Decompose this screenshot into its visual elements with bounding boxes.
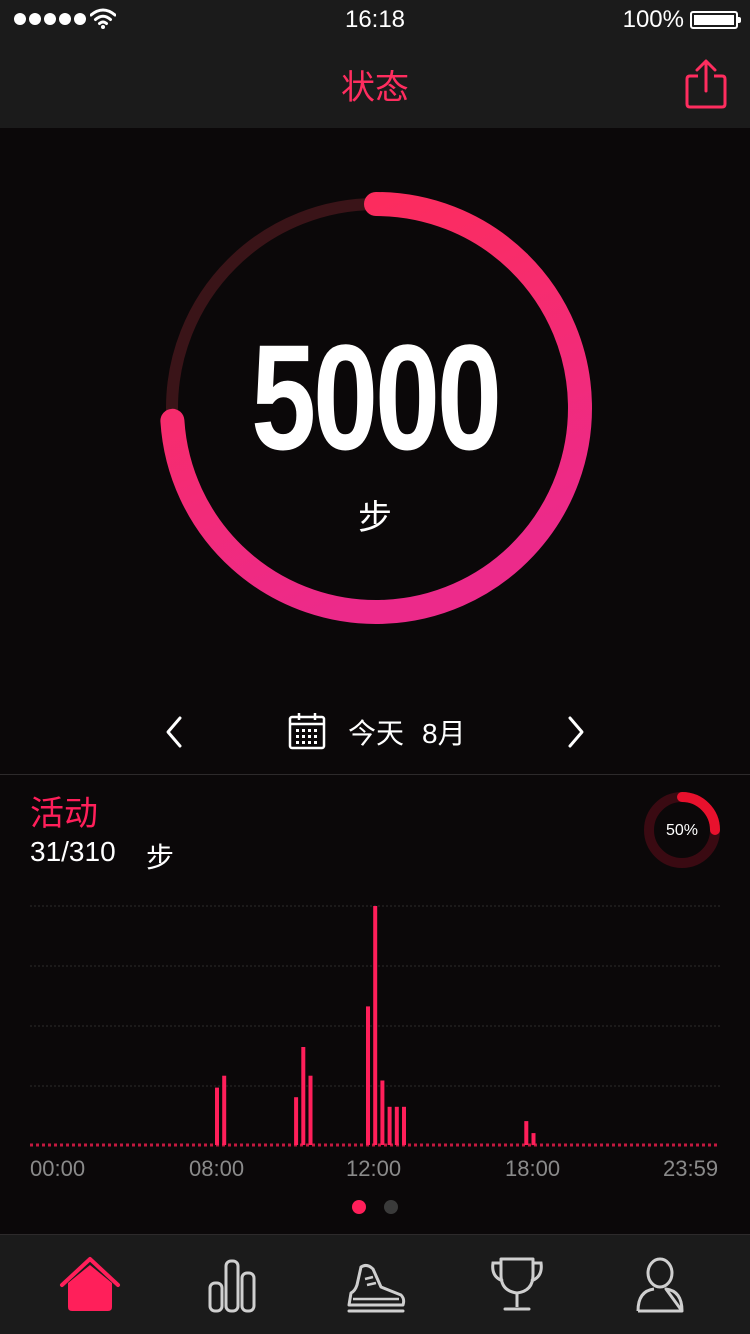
chevron-left-icon[interactable] xyxy=(160,714,190,750)
activity-bar-chart xyxy=(30,905,720,1147)
battery-percentage: 100% xyxy=(622,6,684,33)
activity-bar xyxy=(387,1106,392,1145)
page-dot-active[interactable] xyxy=(352,1200,366,1214)
step-unit: 步 xyxy=(358,499,392,537)
bar-chart-icon xyxy=(208,1259,256,1313)
x-tick-label: 18:00 xyxy=(505,1156,561,1181)
battery-icon xyxy=(690,11,741,29)
tab-workout[interactable] xyxy=(343,1253,407,1317)
activity-bar xyxy=(222,1075,227,1145)
activity-bar xyxy=(294,1097,299,1145)
calendar-icon[interactable] xyxy=(288,712,326,750)
tab-home[interactable] xyxy=(58,1253,122,1317)
navigation-bar: 状态 xyxy=(0,40,750,128)
activity-bar xyxy=(402,1106,406,1145)
page-indicator[interactable] xyxy=(352,1200,398,1214)
activity-unit: 步 xyxy=(146,842,175,873)
activity-bar xyxy=(394,1106,399,1145)
x-tick-label: 00:00 xyxy=(30,1156,86,1181)
tab-statistics[interactable] xyxy=(200,1253,264,1317)
profile-icon xyxy=(636,1257,684,1313)
activity-count: 31/310 xyxy=(30,836,116,867)
status-bar: 16:18 100% xyxy=(0,0,750,40)
x-tick-label: 08:00 xyxy=(189,1156,245,1181)
activity-bar xyxy=(380,1080,385,1145)
activity-bar xyxy=(308,1075,313,1145)
home-icon xyxy=(60,1257,120,1311)
tab-bar xyxy=(0,1234,750,1334)
activity-bar xyxy=(373,906,378,1145)
date-month-label[interactable]: 8月 xyxy=(422,712,466,752)
activity-bar xyxy=(215,1087,219,1145)
tab-profile[interactable] xyxy=(628,1253,692,1317)
activity-bar xyxy=(366,1006,370,1145)
page-dot[interactable] xyxy=(384,1200,398,1214)
share-icon[interactable] xyxy=(684,58,728,110)
app-screen: 16:18 100% 状态 5000 步 今天 8月 活动 31/310 步 5… xyxy=(0,0,750,1334)
tab-achievements[interactable] xyxy=(485,1253,549,1317)
chevron-right-icon[interactable] xyxy=(560,714,590,750)
sneaker-icon xyxy=(347,1263,406,1313)
page-title: 状态 xyxy=(341,69,409,107)
x-tick-label: 12:00 xyxy=(346,1156,402,1181)
activity-bar xyxy=(301,1047,306,1145)
activity-bar xyxy=(524,1121,529,1145)
x-tick-label: 23:59 xyxy=(663,1156,719,1181)
trophy-icon xyxy=(491,1257,543,1311)
activity-percent-label: 50% xyxy=(665,822,699,839)
activity-title: 活动 xyxy=(30,795,98,833)
date-day-label[interactable]: 今天 xyxy=(348,712,404,752)
section-divider xyxy=(0,774,750,775)
step-count: 5000 xyxy=(251,313,502,481)
activity-bar xyxy=(531,1133,536,1146)
